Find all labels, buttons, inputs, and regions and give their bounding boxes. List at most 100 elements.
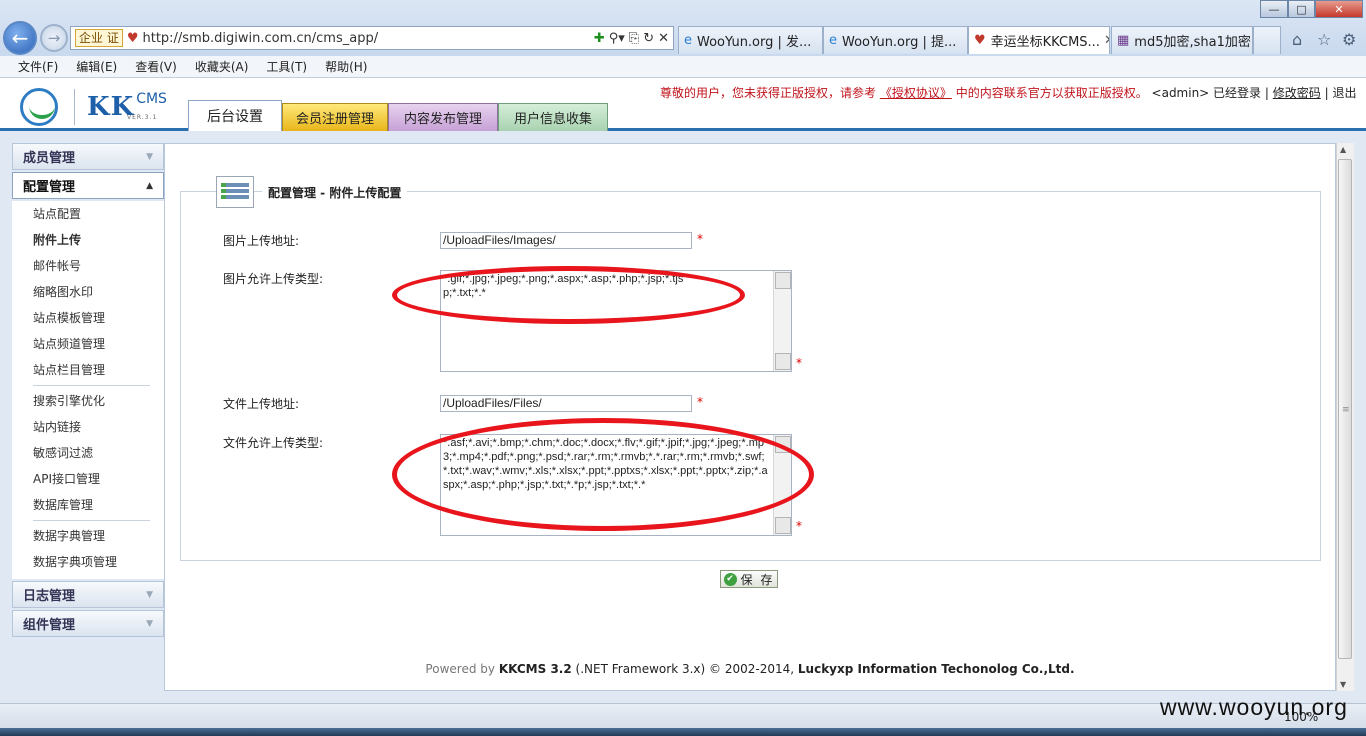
sidebar-group-members[interactable]: 成员管理 ▼ (12, 143, 164, 170)
stop-icon[interactable]: ✕ (658, 31, 669, 46)
sidebar-group-components[interactable]: 组件管理 ▼ (12, 610, 164, 637)
section-title: 配置管理 - 附件上传配置 (262, 184, 408, 201)
tab-member-registration[interactable]: 会员注册管理 (282, 103, 388, 131)
page-scrollbar[interactable]: ▲ ≡ ▼ (1336, 143, 1354, 691)
minimize-button[interactable]: — (1260, 0, 1288, 18)
ev-certificate-badge[interactable]: 企业 证 (75, 29, 123, 47)
ie-icon: e (829, 33, 837, 48)
logo-mark-icon (20, 88, 58, 126)
os-taskbar (0, 728, 1366, 736)
arrow-right-icon: → (47, 29, 61, 47)
sidebar-item-dictionary[interactable]: 数据字典管理 (12, 523, 164, 549)
scroll-up-icon[interactable]: ▲ (1340, 145, 1346, 154)
sidebar-item-attachment-upload[interactable]: 附件上传 (12, 227, 164, 253)
image-path-input[interactable]: /UploadFiles/Images/ (440, 232, 692, 249)
add-compat-icon[interactable]: ✚ (594, 31, 605, 46)
back-button[interactable]: ← (3, 21, 37, 55)
sidebar-config-items: 站点配置 附件上传 邮件帐号 缩略图水印 站点模板管理 站点频道管理 站点栏目管… (12, 201, 164, 579)
browser-tab-1[interactable]: e WooYun.org | 发... (678, 26, 823, 54)
sidebar-item-word-filter[interactable]: 敏感词过滤 (12, 440, 164, 466)
browser-tab-2[interactable]: e WooYun.org | 提... (823, 26, 968, 54)
image-types-label: 图片允许上传类型: (223, 272, 324, 286)
scroll-down-icon[interactable]: ▼ (1340, 680, 1346, 689)
sidebar-item-api[interactable]: API接口管理 (12, 466, 164, 492)
scroll-grip-icon: ≡ (1342, 405, 1350, 415)
required-mark: * (796, 356, 802, 370)
file-types-label: 文件允许上传类型: (223, 436, 324, 450)
menu-favorites[interactable]: 收藏夹(A) (195, 58, 249, 75)
sidebar: 成员管理 ▼ 配置管理 ▲ 站点配置 附件上传 邮件帐号 缩略图水印 站点模板管理 … (12, 143, 164, 693)
browser-tab-3[interactable]: ♥ 幸运坐标KKCMS... ✕ (968, 26, 1110, 54)
refresh-icon[interactable]: ↻ (643, 31, 654, 46)
menu-edit[interactable]: 编辑(E) (76, 58, 117, 75)
chevron-down-icon: ▼ (146, 589, 153, 600)
tab-label: WooYun.org | 提... (842, 35, 957, 50)
address-bar[interactable]: 企业 证 ♥ http://smb.digiwin.com.cn/cms_app… (70, 26, 674, 50)
chevron-down-icon: ▼ (146, 151, 153, 162)
site-favicon-icon: ♥ (126, 30, 139, 46)
favorites-star-icon[interactable]: ☆ (1317, 30, 1331, 49)
menu-bar: 文件(F) 编辑(E) 查看(V) 收藏夹(A) 工具(T) 帮助(H) (0, 56, 1366, 78)
site-favicon-icon: ♥ (974, 33, 986, 48)
logo-version: VER.3.1 (127, 114, 158, 121)
sidebar-item-thumbnail-watermark[interactable]: 缩略图水印 (12, 279, 164, 305)
menu-view[interactable]: 查看(V) (135, 58, 177, 75)
sidebar-item-dictionary-entry[interactable]: 数据字典项管理 (12, 549, 164, 575)
chevron-down-icon: ▼ (146, 618, 153, 629)
config-list-icon (216, 176, 254, 208)
logged-in-user: <admin> 已经登录 (1151, 86, 1262, 100)
change-password-link[interactable]: 修改密码 (1273, 86, 1321, 100)
required-mark: * (697, 395, 703, 409)
tab-user-info[interactable]: 用户信息收集 (498, 103, 608, 131)
textarea-scrollbar[interactable] (773, 271, 791, 371)
search-icon[interactable]: ⚲▾ (609, 31, 625, 46)
required-mark: * (796, 519, 802, 533)
menu-tools[interactable]: 工具(T) (266, 58, 307, 75)
close-window-button[interactable]: ✕ (1315, 0, 1363, 18)
sidebar-item-mail-account[interactable]: 邮件帐号 (12, 253, 164, 279)
license-agreement-link[interactable]: 《授权协议》 (880, 86, 952, 100)
tab-backend-settings[interactable]: 后台设置 (188, 100, 282, 131)
settings-gear-icon[interactable]: ⚙ (1342, 30, 1356, 49)
maximize-button[interactable]: □ (1288, 0, 1315, 18)
forward-button[interactable]: → (40, 24, 68, 52)
browser-tab-4[interactable]: ▦ md5加密,sha1加密... (1111, 26, 1253, 54)
logout-link[interactable]: 退出 (1332, 86, 1356, 100)
required-mark: * (697, 232, 703, 246)
ie-icon: e (684, 33, 692, 48)
sidebar-group-logs[interactable]: 日志管理 ▼ (12, 581, 164, 608)
menu-file[interactable]: 文件(F) (18, 58, 58, 75)
tab-label: 幸运坐标KKCMS... (990, 35, 1100, 50)
check-icon: ✔ (723, 572, 737, 586)
sidebar-item-column[interactable]: 站点栏目管理 (12, 357, 164, 383)
logo-sub: CMS (136, 91, 167, 107)
sidebar-item-channel[interactable]: 站点频道管理 (12, 331, 164, 357)
arrow-left-icon: ← (11, 26, 29, 50)
file-path-input[interactable]: /UploadFiles/Files/ (440, 395, 692, 412)
menu-help[interactable]: 帮助(H) (325, 58, 367, 75)
sidebar-item-site-config[interactable]: 站点配置 (12, 201, 164, 227)
url-text[interactable]: http://smb.digiwin.com.cn/cms_app/ (142, 31, 593, 46)
image-path-label: 图片上传地址: (223, 234, 300, 248)
tab-label: md5加密,sha1加密... (1134, 35, 1253, 50)
annotation-oval (392, 418, 814, 531)
sidebar-item-database[interactable]: 数据库管理 (12, 492, 164, 518)
close-tab-icon[interactable]: ✕ (1104, 33, 1109, 48)
compatibility-view-icon[interactable]: ⎘ (629, 31, 639, 46)
sidebar-item-template[interactable]: 站点模板管理 (12, 305, 164, 331)
home-icon[interactable]: ⌂ (1292, 30, 1302, 49)
watermark: www.wooyun.org (1160, 694, 1348, 720)
sidebar-group-config[interactable]: 配置管理 ▲ (12, 172, 164, 199)
sidebar-item-seo[interactable]: 搜索引擎优化 (12, 388, 164, 414)
sidebar-item-internal-links[interactable]: 站内链接 (12, 414, 164, 440)
tab-label: WooYun.org | 发... (697, 35, 812, 50)
annotation-oval (392, 266, 745, 324)
new-tab-button[interactable] (1253, 26, 1281, 54)
tab-content-publishing[interactable]: 内容发布管理 (388, 103, 498, 131)
save-button[interactable]: ✔ 保 存 (720, 570, 778, 588)
grid-icon: ▦ (1117, 33, 1130, 48)
page-footer: Powered by KKCMS 3.2 (.NET Framework 3.x… (425, 662, 1075, 676)
file-path-label: 文件上传地址: (223, 397, 300, 411)
license-notice: 尊敬的用户，您未获得正版授权，请参考 《授权协议》 中的内容联系官方以获取正版授… (660, 86, 1357, 100)
chevron-up-icon: ▲ (146, 180, 153, 191)
